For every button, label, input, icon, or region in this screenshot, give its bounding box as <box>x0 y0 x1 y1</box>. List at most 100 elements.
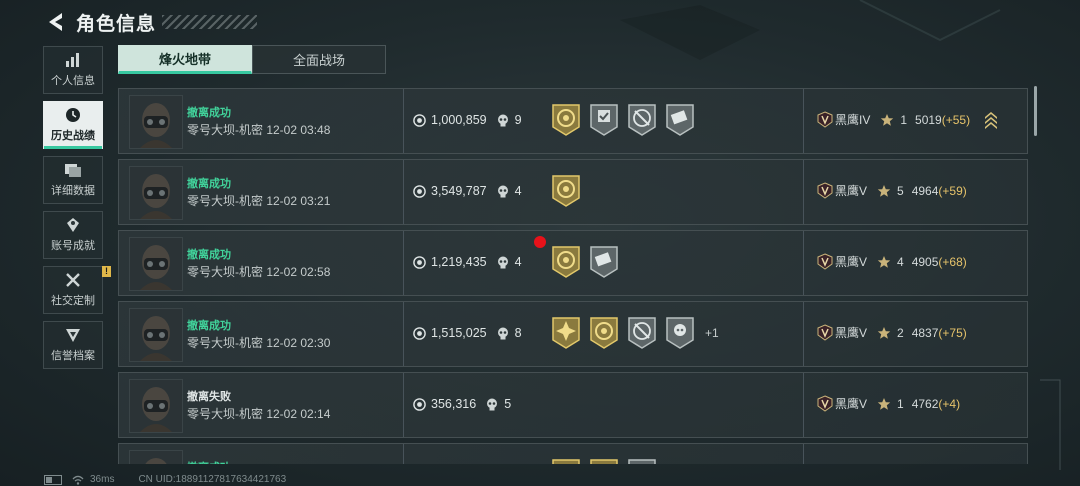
sidebar-item-label: 社交定制 <box>51 295 95 307</box>
match-row[interactable]: 撤离失败 零号大坝-机密 12-02 02:14 356,316 5 黑鹰V 1 4762(… <box>118 372 1028 438</box>
rank-emblem-icon <box>817 395 833 412</box>
gold-emblem-icon[interactable] <box>589 458 619 464</box>
value-group: 1,219,435 4 <box>413 255 522 269</box>
divider <box>403 302 404 366</box>
more-badges-count: +1 <box>705 326 719 340</box>
rank-group: 黑鹰V 5 4964 (+59) <box>817 182 967 199</box>
star-count: 1 <box>897 396 904 411</box>
sidebar-item-5[interactable]: 信誉档案 <box>43 321 103 369</box>
skull-icon <box>497 256 508 268</box>
tools-icon <box>66 273 80 287</box>
match-row[interactable]: 撤离成功 零号大坝-机密 12-02 03:48 1,000,859 9 黑鹰IV 1 50… <box>118 88 1028 154</box>
result-text: 撤离成功 <box>187 178 231 190</box>
coin-icon <box>413 184 426 198</box>
sidebar-item-2[interactable]: 详细数据 <box>43 156 103 204</box>
match-row[interactable]: 撤离成功 零号大坝-机密 12-02 02:30 1,515,025 8 +1 黑鹰V 2 4… <box>118 301 1028 367</box>
match-row[interactable]: 撤离成功 <box>118 443 1028 464</box>
score-delta: (+4) <box>938 396 961 411</box>
mode-tabs: 烽火地带 全面战场 <box>118 45 386 74</box>
sidebar-item-0[interactable]: 个人信息 <box>43 46 103 94</box>
divider <box>803 160 804 224</box>
loot-value: 356,316 <box>431 397 477 411</box>
badges-group <box>551 245 627 279</box>
title-decoration <box>162 15 258 29</box>
operator-avatar <box>129 308 183 362</box>
kills-group: 4 <box>497 255 522 269</box>
loot-value: 1,219,435 <box>431 255 487 269</box>
gold-emblem-icon[interactable] <box>551 458 581 464</box>
result-text: 撤离成功 <box>187 320 231 332</box>
star-count: 5 <box>897 183 904 198</box>
value-group: 3,549,787 4 <box>413 184 522 198</box>
silver-crossed-icon[interactable] <box>627 316 657 350</box>
gold-emblem-icon[interactable] <box>551 245 581 279</box>
rank-group: 黑鹰V 2 4837 (+75) <box>817 324 967 341</box>
divider <box>803 302 804 366</box>
star-count: 4 <box>897 254 904 269</box>
score-delta: (+68) <box>938 254 967 269</box>
sidebar-item-4[interactable]: 社交定制! <box>43 266 111 314</box>
divider <box>803 231 804 295</box>
touch-marker <box>534 236 546 248</box>
rank-group: 黑鹰IV 1 5019 (+55) <box>817 111 970 128</box>
silver-crossed-icon[interactable] <box>627 103 657 137</box>
rank-name: 黑鹰V <box>835 397 868 411</box>
tab-0[interactable]: 烽火地带 <box>118 45 252 74</box>
gold-emblem-icon[interactable] <box>589 316 619 350</box>
status-bar: 36ms CN UID:188911278176344217​63 <box>44 474 286 485</box>
gold-sun-icon[interactable] <box>551 316 581 350</box>
result-text: 撤离成功 <box>187 249 231 261</box>
map-time-text: 零号大坝-机密 12-02 03:21 <box>187 194 331 208</box>
divider <box>403 373 404 437</box>
badges-group <box>551 174 589 208</box>
silver-check-icon[interactable] <box>589 103 619 137</box>
page-title: 角色信息 <box>76 13 157 35</box>
gold-emblem-icon[interactable] <box>551 174 581 208</box>
header: 角色信息 <box>44 8 258 36</box>
silver-card-icon[interactable] <box>665 103 695 137</box>
score-delta: (+75) <box>938 325 967 340</box>
silver-skull-icon[interactable] <box>665 316 695 350</box>
kills-group: 5 <box>486 397 511 411</box>
shield-icon <box>66 329 80 342</box>
rank-score: 4837 <box>911 325 939 340</box>
divider <box>803 444 804 464</box>
match-row[interactable]: 撤离成功零号大坝-机密 12-02 03:21 3,549,787 4 黑鹰V 5 496… <box>118 159 1028 225</box>
sidebar: 个人信息历史战绩详细数据账号成就社交定制! 信誉档案 <box>43 46 111 376</box>
sidebar-item-3[interactable]: 账号成就 <box>43 211 103 259</box>
coin-icon <box>413 326 426 340</box>
value-group: 1,000,859 9 <box>413 113 522 127</box>
rank-group: 黑鹰V 1 4762 (+4) <box>817 395 960 412</box>
match-row[interactable]: 撤离成功 零号大坝-机密 12-02 02:58 1,219,435 4 黑鹰V 4 490… <box>118 230 1028 296</box>
back-arrow-icon[interactable] <box>44 10 68 34</box>
operator-avatar <box>129 95 183 149</box>
rank-emblem-icon <box>817 324 833 341</box>
cards-icon <box>65 164 81 177</box>
kills-group: 9 <box>497 113 522 127</box>
rank-score: 4762 <box>911 396 939 411</box>
gold-emblem-icon[interactable] <box>551 103 581 137</box>
silver-card-icon[interactable] <box>589 245 619 279</box>
clock-icon <box>66 108 80 122</box>
match-history-list[interactable]: 撤离成功 零号大坝-机密 12-02 03:48 1,000,859 9 黑鹰IV 1 50… <box>118 88 1028 464</box>
rank-emblem-icon <box>817 111 833 128</box>
silver-card-icon[interactable] <box>627 458 657 464</box>
operator-avatar <box>129 166 183 220</box>
badges-group: +1 <box>551 316 719 350</box>
medal-icon <box>67 218 79 232</box>
star-icon <box>877 184 891 197</box>
map-time-text: 零号大坝-机密 12-02 02:30 <box>187 336 331 350</box>
notification-badge: ! <box>102 266 111 277</box>
sidebar-item-label: 历史战绩 <box>51 130 95 142</box>
sidebar-item-1[interactable]: 历史战绩 <box>43 101 103 149</box>
rank-score: 4905 <box>911 254 939 269</box>
tab-1[interactable]: 全面战场 <box>252 45 386 74</box>
result-text: 撤离成功 <box>187 459 231 464</box>
value-group: 356,316 5 <box>413 397 511 411</box>
score-delta: (+55) <box>941 112 971 127</box>
divider <box>803 373 804 437</box>
skull-icon <box>497 327 508 339</box>
scrollbar[interactable] <box>1034 86 1037 136</box>
sidebar-item-label: 信誉档案 <box>51 350 95 362</box>
battery-icon <box>44 474 62 485</box>
